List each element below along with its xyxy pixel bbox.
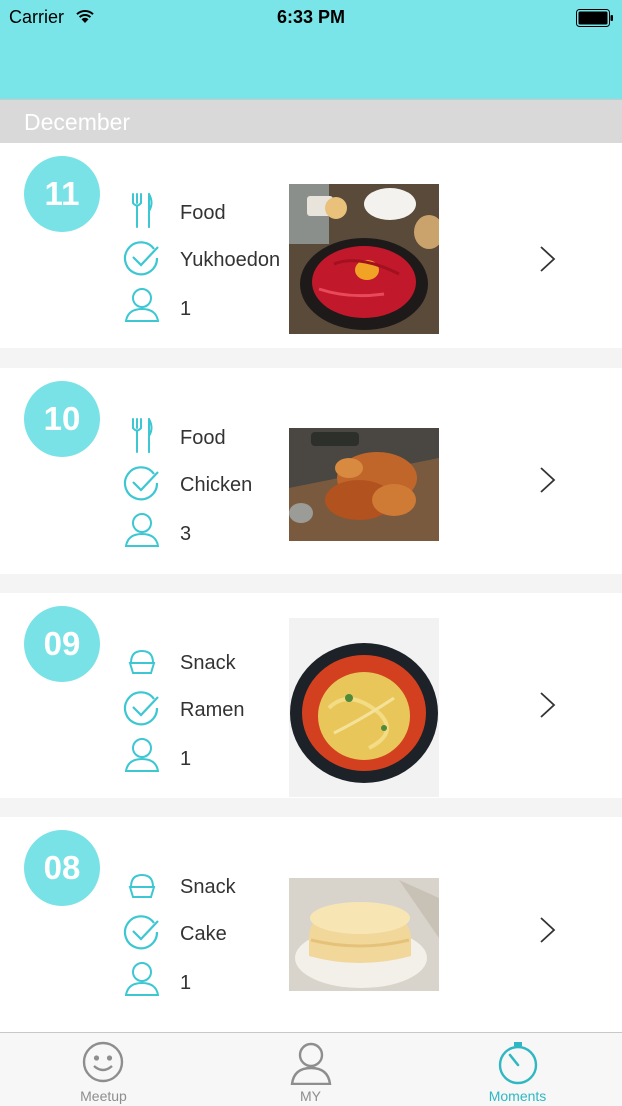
chevron-right-icon[interactable] — [538, 691, 558, 719]
dish-label: Cake — [180, 923, 227, 945]
ramen-photo — [289, 618, 439, 797]
card-divider — [0, 348, 622, 368]
people-count: 3 — [180, 523, 192, 545]
day-badge: 10 — [24, 381, 100, 457]
section-header: December — [0, 99, 622, 143]
moment-card[interactable]: 09 Snack Ramen 1 — [0, 593, 622, 798]
tab-label: Meetup — [80, 1088, 127, 1104]
person-icon — [124, 288, 160, 322]
chevron-right-icon[interactable] — [538, 916, 558, 944]
moment-card[interactable]: 10 Food Chicken 3 — [0, 368, 622, 574]
status-bar: Carrier 6:33 PM — [0, 0, 622, 36]
tab-meetup[interactable]: Meetup — [0, 1033, 207, 1106]
cake-photo — [289, 878, 439, 991]
dish-label: Chicken — [180, 474, 253, 496]
dish-label: Ramen — [180, 699, 245, 721]
battery-icon — [576, 9, 613, 27]
chevron-right-icon[interactable] — [538, 245, 558, 273]
fork-knife-icon — [132, 418, 153, 453]
fork-knife-icon — [132, 193, 153, 228]
tab-label: MY — [300, 1088, 321, 1104]
cupcake-icon — [128, 649, 156, 674]
person-icon — [124, 738, 160, 772]
people-count: 1 — [180, 298, 192, 320]
smiley-icon — [82, 1041, 124, 1083]
status-time: 6:33 PM — [276, 7, 346, 27]
moment-card[interactable]: 11 Food Yukhoedon 1 — [0, 143, 622, 348]
tab-my[interactable]: MY — [207, 1033, 414, 1106]
people-count: 1 — [180, 748, 192, 770]
tab-label: Moments — [488, 1088, 547, 1104]
check-circle-icon — [123, 241, 159, 276]
person-icon — [290, 1042, 332, 1085]
chevron-right-icon[interactable] — [538, 466, 558, 494]
moment-card[interactable]: 08 Snack Cake 1 — [0, 817, 622, 1032]
person-icon — [124, 513, 160, 547]
card-divider — [0, 574, 622, 593]
category-label: Snack — [180, 876, 236, 898]
category-label: Snack — [180, 652, 236, 674]
stopwatch-icon — [498, 1042, 538, 1085]
yukhoedon-photo — [289, 184, 439, 334]
day-badge: 11 — [24, 156, 100, 232]
tab-moments[interactable]: Moments — [414, 1033, 621, 1106]
chicken-photo — [289, 428, 439, 541]
card-divider — [0, 798, 622, 817]
section-title-month: December — [24, 109, 131, 135]
cupcake-icon — [128, 873, 156, 898]
check-circle-icon — [123, 466, 159, 501]
dish-label: Yukhoedon — [180, 249, 281, 271]
people-count: 1 — [180, 972, 192, 994]
check-circle-icon — [123, 915, 159, 950]
category-label: Food — [180, 202, 226, 224]
tab-bar: Meetup MY Moments — [0, 1032, 622, 1106]
day-badge: 08 — [24, 830, 100, 906]
day-badge: 09 — [24, 606, 100, 682]
category-label: Food — [180, 427, 226, 449]
navigation-header: Carrier 6:33 PM — [0, 0, 622, 99]
check-circle-icon — [123, 691, 159, 726]
person-icon — [124, 962, 160, 996]
